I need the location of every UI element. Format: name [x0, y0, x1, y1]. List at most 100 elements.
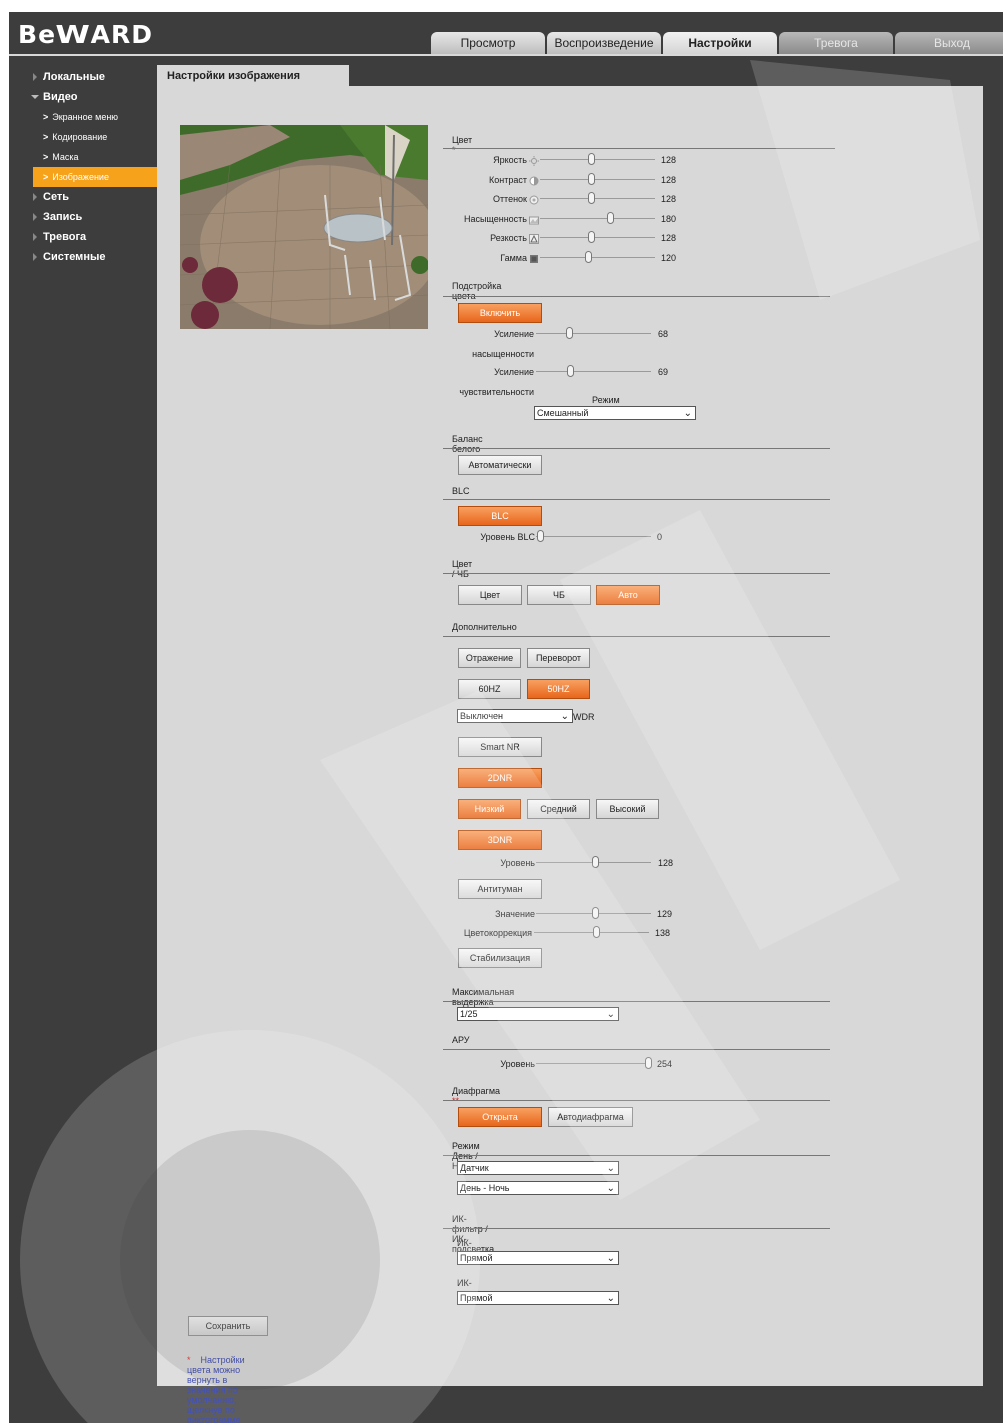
divider — [443, 636, 830, 637]
tab-playback[interactable]: Воспроизведение — [547, 32, 661, 54]
color-slider-label: Гамма — [500, 253, 527, 263]
ir-light-select[interactable]: Прямой ⌄ — [457, 1291, 619, 1305]
chevron-right-icon: > — [43, 132, 49, 142]
sidebar-item-network[interactable]: Сеть — [31, 187, 157, 207]
blc-button[interactable]: BLC — [458, 506, 542, 526]
brightness-icon[interactable] — [527, 155, 539, 166]
divider — [443, 573, 830, 574]
auto-mode-button[interactable]: Авто — [596, 585, 660, 605]
sidebar-item-encoding[interactable]: > Кодирование — [31, 127, 157, 147]
color-correction-slider[interactable] — [593, 926, 600, 938]
color-slider-thumb[interactable] — [588, 231, 595, 243]
chevron-down-icon: ⌄ — [683, 408, 692, 419]
color-slider-row-label: Оттенок — [420, 194, 539, 205]
wb-auto-button[interactable]: Автоматически — [458, 455, 542, 475]
mirror-button[interactable]: Отражение — [458, 648, 521, 668]
dnr2-button[interactable]: 2DNR — [458, 768, 542, 788]
color-slider-thumb[interactable] — [607, 212, 614, 224]
chevron-down-icon: ⌄ — [606, 1293, 615, 1304]
color-slider-thumb[interactable] — [588, 192, 595, 204]
gain-sat-value: 68 — [658, 329, 669, 339]
gain-sat-track — [536, 333, 651, 334]
color-slider-value: 128 — [661, 175, 677, 185]
defog-button[interactable]: Антитуман — [458, 879, 542, 899]
sidebar-item-image[interactable]: > Изображение — [33, 167, 157, 187]
sidebar-sub-label: Экранное меню — [52, 112, 119, 122]
color-slider-thumb[interactable] — [585, 251, 592, 263]
iris-open-button[interactable]: Открыта — [458, 1107, 542, 1127]
sidebar-sub-label: Маска — [52, 152, 79, 162]
hue-icon[interactable] — [527, 194, 539, 205]
color-slider-track — [540, 179, 655, 180]
hz60-button[interactable]: 60HZ — [458, 679, 521, 699]
select-value: 1/25 — [460, 1009, 478, 1019]
section-extra: Дополнительно — [452, 622, 517, 632]
section-blc: BLC — [452, 486, 470, 496]
level-mid-button[interactable]: Средний — [527, 799, 590, 819]
level-high-button[interactable]: Высокий — [596, 799, 659, 819]
divider — [443, 1155, 830, 1156]
sidebar-item-record[interactable]: Запись — [31, 207, 157, 227]
wdr-select[interactable]: Выключен ⌄ — [457, 709, 573, 723]
enable-button[interactable]: Включить — [458, 303, 542, 323]
gain-sat-label: Усиление — [494, 329, 534, 339]
top-tabs: Просмотр Воспроизведение Настройки Трево… — [431, 32, 1003, 54]
select-value: Смешанный — [537, 408, 589, 418]
color-correction-label: Цветокоррекция — [463, 928, 532, 938]
blc-level-label: Уровень BLC — [480, 532, 535, 542]
gain-sens-label-2: чувствительности — [459, 387, 534, 397]
sharpness-icon[interactable] — [527, 233, 539, 244]
sidebar-item-local[interactable]: Локальные — [31, 67, 157, 87]
tab-alarm[interactable]: Тревога — [779, 32, 893, 54]
color-mode-button[interactable]: Цвет — [458, 585, 522, 605]
agc-level-slider[interactable] — [645, 1057, 652, 1069]
section-color-tune: Подстройка цвета — [452, 281, 502, 301]
contrast-icon[interactable] — [527, 175, 539, 186]
day-night-mode-select[interactable]: День - Ночь ⌄ — [457, 1181, 619, 1195]
sidebar-item-video[interactable]: Видео — [31, 87, 157, 107]
ir-filter-select[interactable]: Прямой ⌄ — [457, 1251, 619, 1265]
shutter-select[interactable]: 1/25 ⌄ — [457, 1007, 619, 1021]
gain-sens-slider[interactable] — [567, 365, 574, 377]
bw-mode-button[interactable]: ЧБ — [527, 585, 591, 605]
color-slider-track — [540, 159, 655, 160]
day-night-source-select[interactable]: Датчик ⌄ — [457, 1161, 619, 1175]
blc-level-slider[interactable] — [537, 530, 544, 542]
sidebar-sub-label: Изображение — [52, 172, 109, 182]
select-value: Прямой — [460, 1293, 493, 1303]
sidebar-menu: Локальные Видео > Экранное меню > Кодирова… — [31, 67, 157, 267]
sidebar-item-osd[interactable]: > Экранное меню — [31, 107, 157, 127]
color-slider-thumb[interactable] — [588, 153, 595, 165]
defog-value-slider[interactable] — [592, 907, 599, 919]
gain-sens-value: 69 — [658, 367, 669, 377]
gain-sat-slider[interactable] — [566, 327, 573, 339]
flip-button[interactable]: Переворот — [527, 648, 590, 668]
stabilization-button[interactable]: Стабилизация — [458, 948, 542, 968]
gamma-icon[interactable] — [527, 253, 539, 263]
agc-level-value: 254 — [657, 1059, 673, 1069]
dnr3-button[interactable]: 3DNR — [458, 830, 542, 850]
level-low-button[interactable]: Низкий — [458, 799, 521, 819]
iris-auto-button[interactable]: Автодиафрагма — [548, 1107, 633, 1127]
tab-view[interactable]: Просмотр — [431, 32, 545, 54]
smart-nr-button[interactable]: Smart NR — [458, 737, 542, 757]
gain-sens-track — [536, 371, 651, 372]
select-value: Датчик — [460, 1163, 489, 1173]
hz50-button[interactable]: 50HZ — [527, 679, 590, 699]
save-button[interactable]: Сохранить — [188, 1316, 268, 1336]
sidebar-item-mask[interactable]: > Маска — [31, 147, 157, 167]
tab-settings[interactable]: Настройки — [663, 32, 777, 54]
select-value: Выключен — [460, 711, 503, 721]
tab-divider — [9, 54, 1003, 56]
color-slider-track — [540, 237, 655, 238]
color-slider-label: Яркость — [493, 155, 527, 165]
dnr3-level-slider[interactable] — [592, 856, 599, 868]
blc-level-track — [536, 536, 651, 537]
chevron-down-icon: ⌄ — [606, 1163, 615, 1174]
color-mode-select[interactable]: Смешанный ⌄ — [534, 406, 696, 420]
saturation-icon[interactable] — [527, 214, 539, 225]
sidebar-item-alarm[interactable]: Тревога — [31, 227, 157, 247]
color-slider-thumb[interactable] — [588, 173, 595, 185]
sidebar-item-system[interactable]: Системные — [31, 247, 157, 267]
tab-exit[interactable]: Выход — [895, 32, 1003, 54]
